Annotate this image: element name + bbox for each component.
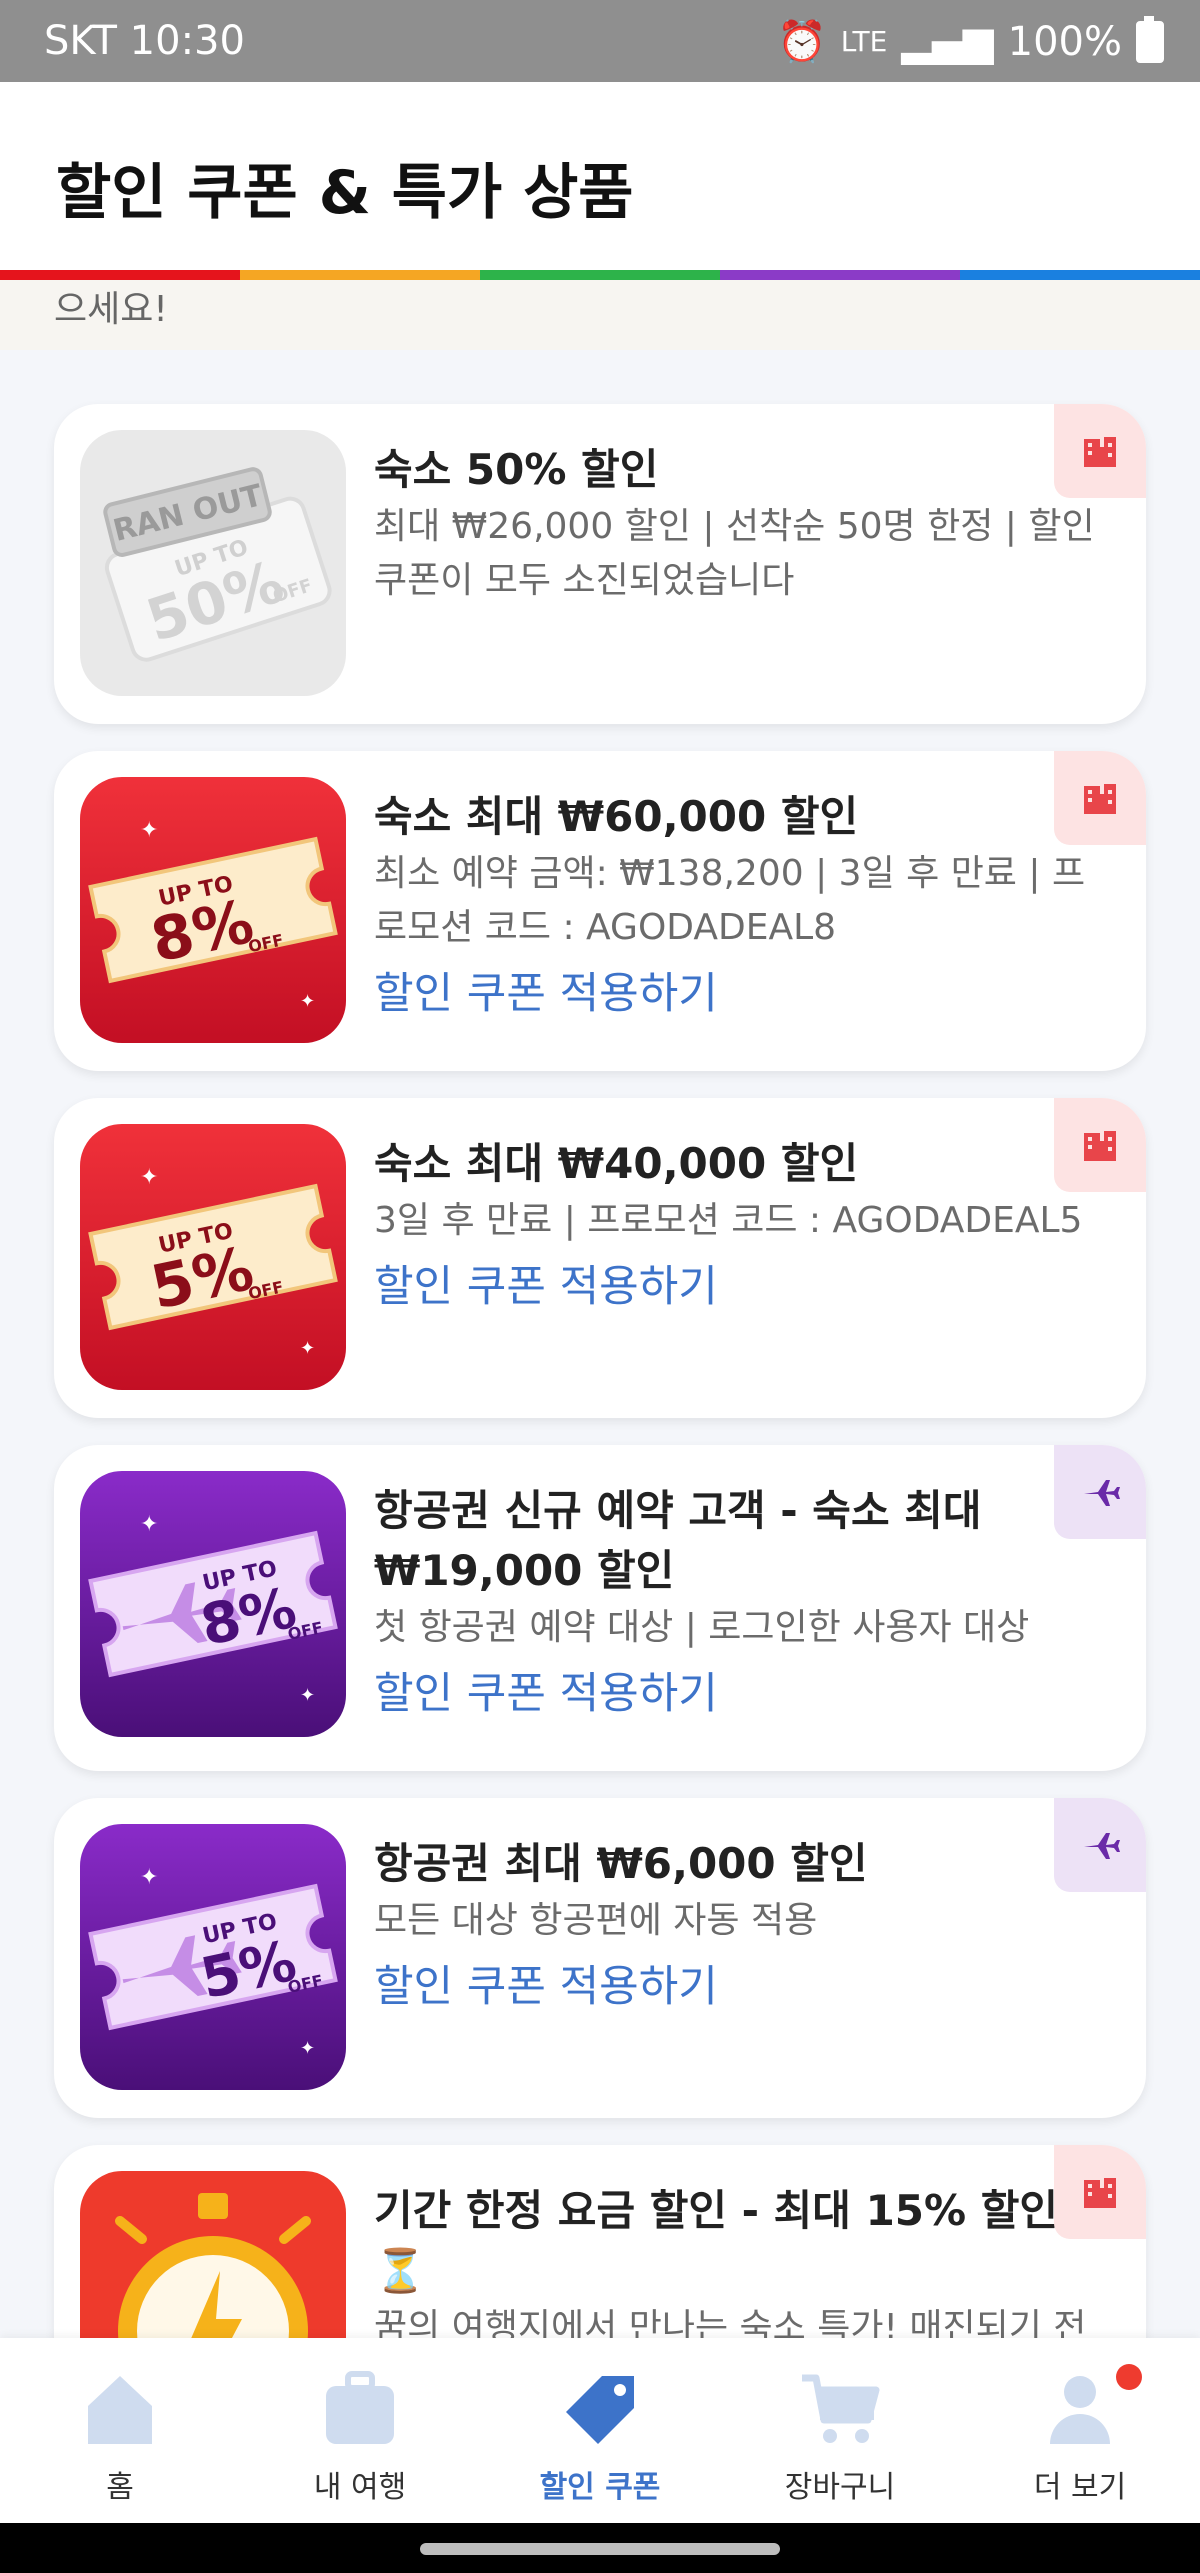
- page-title: 할인 쿠폰 & 특가 상품: [56, 158, 634, 228]
- airplane-icon: [1084, 1833, 1120, 1859]
- tag-icon: [566, 2376, 634, 2444]
- coupon-title: 기간 한정 요금 할인 - 최대 15% 할인 ⏳: [374, 2186, 1058, 2295]
- page-header: 할인 쿠폰 & 특가 상품: [0, 82, 1200, 270]
- alarm-icon: ⏰: [776, 19, 827, 65]
- coupon-title: 숙소 최대 ₩40,000 할인: [374, 1139, 859, 1188]
- nav-cart[interactable]: 장바구니: [720, 2338, 960, 2523]
- coupon-title: 숙소 50% 할인: [374, 445, 659, 494]
- purple-ticket-icon: UP TO 5% OFF ✦✦: [80, 1824, 346, 2090]
- coupon-card[interactable]: UP TO 50% OFF RAN OUT 숙소 50% 할인 최대 ₩26,0…: [54, 404, 1146, 724]
- rainbow-divider: [0, 270, 1200, 280]
- coupon-card[interactable]: UP TO 8% OFF ✦ ✦ 항공권 신규 예약 고객 - 숙소 최대 ₩19…: [54, 1445, 1146, 1771]
- profile-icon: [1050, 2376, 1110, 2444]
- hotel-badge: [1054, 751, 1146, 845]
- rainbow-segment: [240, 270, 480, 280]
- greeting-banner: 으세요!: [0, 280, 1200, 350]
- hotel-badge: [1054, 2145, 1146, 2239]
- nav-label: 할인 쿠폰: [539, 2470, 661, 2505]
- coupon-title: 항공권 최대 ₩6,000 할인: [374, 1839, 868, 1888]
- coupon-body: 기간 한정 요금 할인 - 최대 15% 할인 ⏳ 꿈의 여행지에서 만나는 숙…: [374, 2181, 1106, 2355]
- svg-text:✦: ✦: [140, 818, 158, 843]
- battery-icon: [1136, 15, 1164, 63]
- apply-coupon-link[interactable]: 할인 쿠폰 적용하기: [374, 959, 1106, 1029]
- ran-out-coupon-icon: UP TO 50% OFF RAN OUT: [80, 430, 346, 696]
- coupon-body: 숙소 50% 할인 최대 ₩26,000 할인 | 선착순 50명 한정 | 할…: [374, 440, 1106, 608]
- svg-text:✦: ✦: [300, 2038, 315, 2059]
- nav-label: 내 여행: [313, 2470, 407, 2505]
- svg-text:✦: ✦: [140, 1165, 158, 1190]
- rainbow-segment: [0, 270, 240, 280]
- hotel-icon: [1084, 437, 1116, 467]
- hotel-icon: [1084, 2178, 1116, 2208]
- hotel-icon: [1084, 1131, 1116, 1161]
- apply-coupon-link[interactable]: 할인 쿠폰 적용하기: [374, 1659, 1106, 1729]
- red-ticket-icon: UP TO 5% OFF ✦✦: [80, 1124, 346, 1390]
- purple-ticket-icon: UP TO 8% OFF ✦✦: [80, 1471, 346, 1737]
- coupon-description: 모든 대상 항공편에 자동 적용: [374, 1900, 818, 1941]
- greeting-text: 으세요!: [54, 289, 168, 330]
- coupon-image-ran-out: UP TO 50% OFF RAN OUT: [80, 430, 346, 696]
- coupon-body: 항공권 신규 예약 고객 - 숙소 최대 ₩19,000 할인 첫 항공권 예약…: [374, 1481, 1106, 1729]
- carrier-time: SKT 10:30: [44, 18, 245, 64]
- coupon-body: 숙소 최대 ₩40,000 할인 3일 후 만료 | 프로모션 코드 : AGO…: [374, 1134, 1106, 1322]
- coupon-image: UP TO 5% OFF ✦ ✦: [80, 1824, 346, 2090]
- notification-dot: [1116, 2364, 1142, 2390]
- coupon-title: 숙소 최대 ₩60,000 할인: [374, 792, 859, 841]
- coupon-image: UP TO 8% OFF ✦ ✦: [80, 777, 346, 1043]
- coupon-body: 항공권 최대 ₩6,000 할인 모든 대상 항공편에 자동 적용 할인 쿠폰 …: [374, 1834, 1106, 2022]
- airplane-icon: [1084, 1480, 1120, 1506]
- nav-label: 장바구니: [784, 2470, 896, 2505]
- svg-text:✦: ✦: [140, 1512, 158, 1537]
- nav-label: 홈: [106, 2470, 134, 2505]
- svg-text:✦: ✦: [300, 991, 315, 1012]
- nav-more[interactable]: 더 보기: [960, 2338, 1200, 2523]
- apply-coupon-link[interactable]: 할인 쿠폰 적용하기: [374, 1952, 1106, 2022]
- hotel-badge: [1054, 404, 1146, 498]
- coupon-list: UP TO 50% OFF RAN OUT 숙소 50% 할인 최대 ₩26,0…: [54, 404, 1146, 2492]
- coupon-card[interactable]: UP TO 5% OFF ✦ ✦ 항공권 최대 ₩6,000 할인 모든 대상 항…: [54, 1798, 1146, 2118]
- home-icon: [88, 2376, 152, 2444]
- nav-coupons[interactable]: 할인 쿠폰: [480, 2338, 720, 2523]
- apply-coupon-link[interactable]: 할인 쿠폰 적용하기: [374, 1252, 1106, 1322]
- svg-text:✦: ✦: [300, 1685, 315, 1706]
- rainbow-segment: [480, 270, 720, 280]
- coupon-title: 항공권 신규 예약 고객 - 숙소 최대 ₩19,000 할인: [374, 1486, 982, 1595]
- network-type: LTE: [840, 25, 888, 58]
- hotel-icon: [1084, 784, 1116, 814]
- svg-text:✦: ✦: [140, 1865, 158, 1890]
- signal-icon: ▂▄▆: [901, 18, 994, 65]
- red-ticket-icon: UP TO 8% OFF ✦✦: [80, 777, 346, 1043]
- coupon-body: 숙소 최대 ₩60,000 할인 최소 예약 금액: ₩138,200 | 3일…: [374, 787, 1106, 1029]
- system-navigation-bar: [0, 2523, 1200, 2573]
- flight-badge: [1054, 1445, 1146, 1539]
- cart-icon: [802, 2374, 880, 2443]
- coupon-description: 최소 예약 금액: ₩138,200 | 3일 후 만료 | 프로모션 코드 :…: [374, 853, 1086, 948]
- nav-home[interactable]: 홈: [0, 2338, 240, 2523]
- nav-label: 더 보기: [1033, 2470, 1127, 2505]
- coupon-card[interactable]: UP TO 8% OFF ✦ ✦ 숙소 최대 ₩60,000 할인 최소 예약 금…: [54, 751, 1146, 1071]
- coupon-image: UP TO 5% OFF ✦ ✦: [80, 1124, 346, 1390]
- home-gesture-handle[interactable]: [420, 2543, 780, 2555]
- coupon-description: 최대 ₩26,000 할인 | 선착순 50명 한정 | 할인 쿠폰이 모두 소…: [374, 506, 1095, 601]
- flight-badge: [1054, 1798, 1146, 1892]
- status-bar: SKT 10:30 ⏰ LTE ▂▄▆ 100%: [0, 0, 1200, 82]
- rainbow-segment: [720, 270, 960, 280]
- coupon-description: 3일 후 만료 | 프로모션 코드 : AGODADEAL5: [374, 1200, 1083, 1241]
- battery-level: 100%: [1007, 18, 1122, 65]
- status-icons: ⏰ LTE ▂▄▆ 100%: [776, 15, 1164, 65]
- coupon-card[interactable]: UP TO 5% OFF ✦ ✦ 숙소 최대 ₩40,000 할인 3일 후 만료…: [54, 1098, 1146, 1418]
- rainbow-segment: [960, 270, 1200, 280]
- nav-my-trips[interactable]: 내 여행: [240, 2338, 480, 2523]
- bottom-navigation: 홈 내 여행 할인 쿠폰 장바구니 더 보기: [0, 2338, 1200, 2523]
- suitcase-icon: [326, 2371, 394, 2444]
- hotel-badge: [1054, 1098, 1146, 1192]
- coupon-image: UP TO 8% OFF ✦ ✦: [80, 1471, 346, 1737]
- svg-text:✦: ✦: [300, 1338, 315, 1359]
- coupon-description: 첫 항공권 예약 대상 | 로그인한 사용자 대상: [374, 1607, 1030, 1648]
